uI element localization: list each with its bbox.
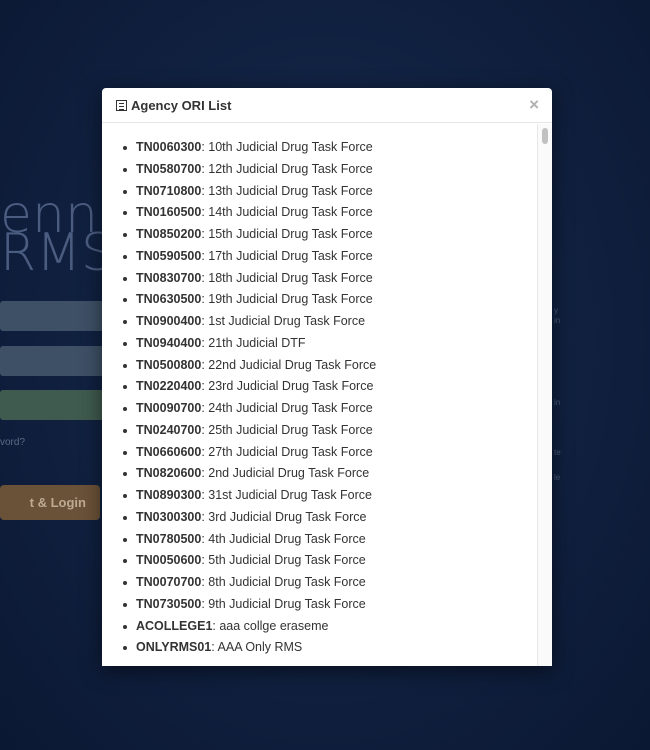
modal-header: Agency ORI List × (102, 88, 552, 123)
ori-code: ACOLLEGE1 (136, 618, 213, 633)
ori-code: TN0050600 (136, 553, 202, 568)
agency-list-item: TN0580700: 12th Judicial Drug Task Force (123, 159, 552, 181)
agency-list: TN0060300: 10th Judicial Drug Task Force… (102, 124, 552, 659)
ori-code: TN0940400 (136, 335, 202, 350)
ori-code: TN0630500 (136, 292, 202, 307)
ori-code: TN0660600 (136, 444, 202, 459)
agency-list-item: TN0710800: 13th Judicial Drug Task Force (123, 181, 552, 203)
ori-code: TN0590500 (136, 248, 202, 263)
agency-list-item: TN0850200: 15th Judicial Drug Task Force (123, 224, 552, 246)
list-icon (116, 99, 127, 111)
background-side-text: in (554, 316, 561, 325)
agency-name: : 2nd Judicial Drug Task Force (201, 466, 370, 481)
background-side-text: in (554, 398, 561, 407)
agency-list-item: TN0660600: 27th Judicial Drug Task Force (123, 442, 552, 464)
agency-list-item: TN0300300: 3rd Judicial Drug Task Force (123, 507, 552, 529)
agency-list-item: TN0060300: 10th Judicial Drug Task Force (123, 137, 552, 159)
agency-list-item: TN0780500: 4th Judicial Drug Task Force (123, 529, 552, 551)
agency-name: : 9th Judicial Drug Task Force (201, 596, 366, 611)
ori-code: TN0220400 (136, 379, 202, 394)
agency-list-item: TN0240700: 25th Judicial Drug Task Force (123, 420, 552, 442)
agency-name: : 19th Judicial Drug Task Force (201, 292, 373, 307)
scrollbar-thumb[interactable] (542, 128, 548, 144)
agency-name: : AAA Only RMS (211, 640, 303, 655)
agency-list-item: TN0890300: 31st Judicial Drug Task Force (123, 485, 552, 507)
ori-code: TN0900400 (136, 314, 202, 328)
background-side-text: te (554, 448, 561, 457)
agency-list-item: TN0590500: 17th Judicial Drug Task Force (123, 246, 552, 268)
agency-list-item: TN0090700: 24th Judicial Drug Task Force (123, 398, 552, 420)
agency-list-item: TN0940400: 21th Judicial DTF (123, 333, 552, 355)
agency-name: : 22nd Judicial Drug Task Force (201, 357, 377, 372)
agency-list-item: ONLYRMS01: AAA Only RMS (123, 637, 552, 659)
modal-scrollbar[interactable] (537, 124, 552, 666)
agency-name: : 14th Judicial Drug Task Force (201, 205, 373, 220)
agency-list-item: ACOLLEGE1: aaa collge eraseme (123, 616, 552, 638)
agency-list-item: TN0830700: 18th Judicial Drug Task Force (123, 268, 552, 290)
background-forgot-password-link: vord? (0, 437, 26, 448)
agency-name: : 1st Judicial Drug Task Force (201, 314, 366, 328)
agency-name: : 18th Judicial Drug Task Force (201, 270, 373, 285)
agency-name: : aaa collge eraseme (212, 618, 329, 633)
background-side-text: y (554, 306, 558, 315)
ori-code: TN0890300 (136, 488, 202, 502)
ori-code: TN0240700 (136, 422, 202, 437)
agency-name: : 27th Judicial Drug Task Force (201, 444, 373, 459)
agency-name: : 21th Judicial DTF (201, 335, 306, 350)
ori-code: TN0730500 (136, 596, 202, 611)
agency-list-item: TN0820600: 2nd Judicial Drug Task Force (123, 463, 552, 485)
background-app-subtitle: RMS (0, 223, 115, 283)
background-side-text: le (554, 473, 561, 482)
agency-list-item: TN0730500: 9th Judicial Drug Task Force (123, 594, 552, 616)
agency-name: : 5th Judicial Drug Task Force (201, 553, 366, 568)
agency-name: : 25th Judicial Drug Task Force (201, 422, 373, 437)
agency-name: : 24th Judicial Drug Task Force (201, 401, 373, 415)
agency-name: : 3rd Judicial Drug Task Force (201, 509, 367, 524)
agency-list-item: TN0500800: 22nd Judicial Drug Task Force (123, 355, 552, 377)
agency-name: : 10th Judicial Drug Task Force (201, 140, 373, 154)
ori-code: TN0090700 (136, 401, 202, 415)
agency-list-item: TN0070700: 8th Judicial Drug Task Force (123, 572, 552, 594)
background-password-field (0, 346, 110, 376)
ori-code: TN0160500 (136, 205, 202, 220)
close-button[interactable]: × (529, 95, 539, 115)
agency-name: : 31st Judicial Drug Task Force (201, 488, 373, 502)
agency-list-item: TN0220400: 23rd Judicial Drug Task Force (123, 376, 552, 398)
ori-code: TN0850200 (136, 227, 202, 241)
agency-name: : 12th Judicial Drug Task Force (201, 161, 373, 176)
agency-list-item: TN0900400: 1st Judicial Drug Task Force (123, 311, 552, 333)
modal-body[interactable]: TN0060300: 10th Judicial Drug Task Force… (102, 124, 552, 666)
background-agency-field (0, 390, 110, 420)
agency-name: : 8th Judicial Drug Task Force (201, 575, 366, 589)
ori-code: TN0300300 (136, 509, 202, 524)
modal-title: Agency ORI List (131, 97, 232, 113)
agency-list-item: TN0050600: 5th Judicial Drug Task Force (123, 550, 552, 572)
ori-code: TN0820600 (136, 466, 202, 481)
agency-ori-modal: Agency ORI List × TN0060300: 10th Judici… (102, 88, 552, 666)
ori-code: TN0500800 (136, 357, 202, 372)
ori-code: TN0060300 (136, 140, 202, 154)
agency-name: : 13th Judicial Drug Task Force (201, 183, 373, 198)
agency-name: : 17th Judicial Drug Task Force (201, 248, 373, 263)
agency-list-item: TN0630500: 19th Judicial Drug Task Force (123, 289, 552, 311)
ori-code: TN0830700 (136, 270, 202, 285)
ori-code: TN0070700 (136, 575, 202, 589)
ori-code: TN0780500 (136, 531, 202, 546)
agency-name: : 4th Judicial Drug Task Force (201, 531, 366, 546)
agency-list-item: TN0160500: 14th Judicial Drug Task Force (123, 202, 552, 224)
background-login-button: t & Login (0, 485, 100, 520)
ori-code: ONLYRMS01 (136, 640, 212, 655)
agency-name: : 23rd Judicial Drug Task Force (201, 379, 374, 394)
ori-code: TN0710800 (136, 183, 202, 198)
background-username-field (0, 301, 110, 331)
agency-name: : 15th Judicial Drug Task Force (201, 227, 373, 241)
ori-code: TN0580700 (136, 161, 202, 176)
